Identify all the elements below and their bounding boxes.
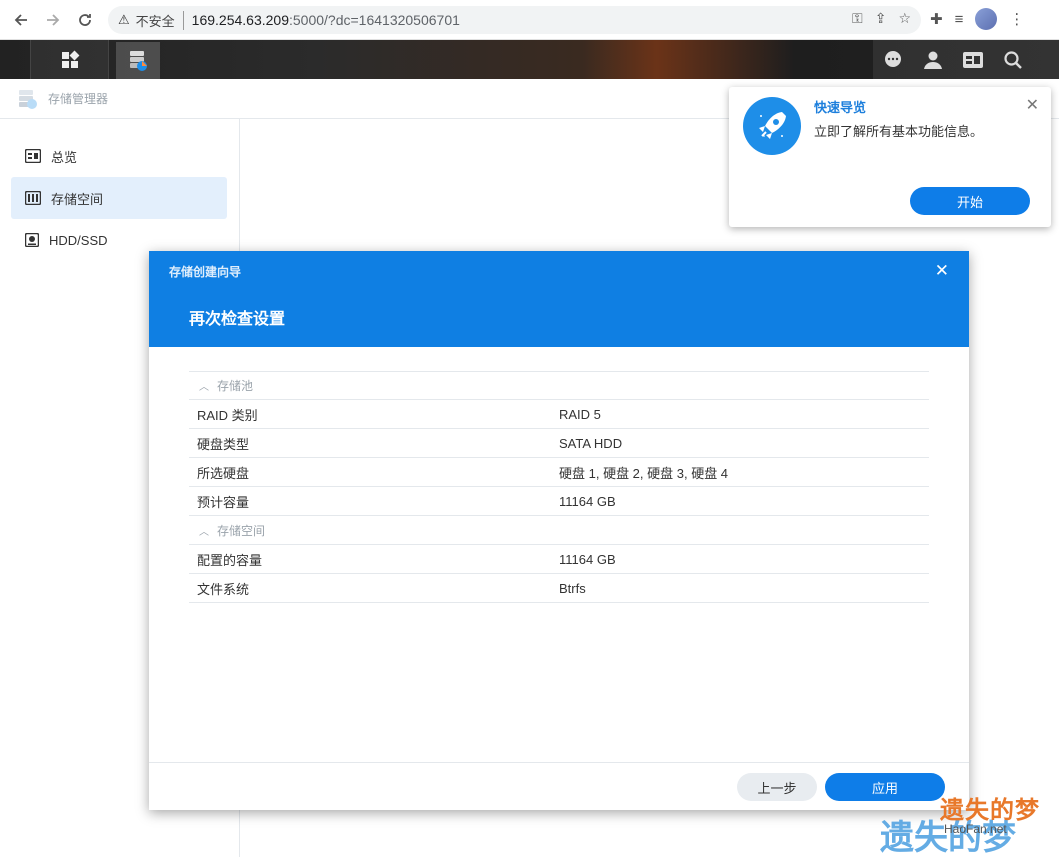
extensions-icon[interactable]: ✚ bbox=[930, 10, 943, 28]
group-title: 存储池 bbox=[217, 379, 254, 393]
sidebar-item-label: HDD/SSD bbox=[49, 232, 108, 248]
group-header-volume[interactable]: ︿ 存储空间 bbox=[189, 516, 929, 545]
url-host: 169.254.63.209 bbox=[191, 12, 289, 28]
address-bar[interactable]: ⚠ 不安全 169.254.63.209:5000/?dc=1641320506… bbox=[108, 6, 921, 34]
start-button[interactable]: 开始 bbox=[910, 187, 1030, 215]
row-key: 预计容量 bbox=[197, 494, 250, 510]
guide-title: 快速导览 bbox=[814, 100, 867, 115]
table-row: RAID 类别 RAID 5 bbox=[189, 400, 929, 429]
insecure-label: 不安全 bbox=[136, 10, 184, 30]
profile-avatar[interactable] bbox=[975, 8, 998, 30]
wizard-step-title: 再次检查设置 bbox=[189, 311, 286, 328]
rocket-icon bbox=[743, 97, 801, 155]
wizard-window-title: 存储创建向导 bbox=[169, 265, 242, 279]
storage-creation-wizard: 存储创建向导 ✕ 再次检查设置 ︿ 存储池 RAID 类别 RAID 5 硬盘类… bbox=[149, 251, 969, 810]
group-title: 存储空间 bbox=[217, 523, 266, 538]
sidebar-item-label: 总览 bbox=[51, 149, 78, 165]
row-value: RAID 5 bbox=[559, 406, 601, 422]
dsm-taskbar bbox=[0, 40, 1059, 79]
close-icon[interactable]: ✕ bbox=[935, 261, 949, 281]
close-icon[interactable]: ✕ bbox=[1026, 95, 1039, 115]
storage-manager-icon bbox=[130, 50, 147, 71]
table-row: 配置的容量 11164 GB bbox=[189, 545, 929, 574]
sidebar-item-label: 存储空间 bbox=[51, 191, 104, 207]
back-button[interactable]: 上一步 bbox=[737, 773, 817, 801]
row-value: SATA HDD bbox=[559, 435, 623, 451]
disk-icon bbox=[25, 233, 39, 247]
row-value: Btrfs bbox=[559, 580, 586, 596]
group-header-storage-pool[interactable]: ︿ 存储池 bbox=[189, 371, 929, 400]
settings-summary: ︿ 存储池 RAID 类别 RAID 5 硬盘类型 SATA HDD 所选硬盘 … bbox=[189, 371, 929, 603]
user-icon[interactable] bbox=[913, 50, 953, 70]
browser-toolbar: ⚠ 不安全 169.254.63.209:5000/?dc=1641320506… bbox=[0, 0, 1059, 40]
share-icon[interactable]: ⇪ bbox=[875, 10, 887, 27]
row-key: 所选硬盘 bbox=[197, 465, 250, 481]
wizard-header: 存储创建向导 ✕ 再次检查设置 bbox=[149, 251, 969, 347]
guide-description: 立即了解所有基本功能信息。 bbox=[814, 124, 984, 139]
table-row: 文件系统 Btrfs bbox=[189, 574, 929, 603]
sidebar-item-storage[interactable]: 存储空间 bbox=[11, 177, 227, 219]
watermark-text: 遗失的梦 bbox=[940, 797, 1040, 824]
table-row: 预计容量 11164 GB bbox=[189, 487, 929, 516]
sidebar-item-overview[interactable]: 总览 bbox=[11, 135, 227, 177]
reload-icon[interactable] bbox=[70, 5, 100, 35]
chevron-up-icon: ︿ bbox=[199, 382, 209, 393]
row-key: 配置的容量 bbox=[197, 552, 263, 568]
overview-icon bbox=[25, 149, 41, 163]
row-value: 硬盘 1, 硬盘 2, 硬盘 3, 硬盘 4 bbox=[559, 465, 729, 481]
star-icon[interactable]: ☆ bbox=[898, 10, 911, 27]
row-key: 硬盘类型 bbox=[197, 436, 250, 452]
row-key: RAID 类别 bbox=[197, 407, 258, 423]
watermark: 遗失的梦 遗失的梦 HaoFan.net bbox=[862, 790, 1052, 857]
row-key: 文件系统 bbox=[197, 581, 250, 597]
menu-dots-icon[interactable]: ⋮ bbox=[1009, 10, 1024, 28]
widgets-icon[interactable] bbox=[953, 50, 993, 70]
storage-manager-icon bbox=[19, 89, 37, 109]
storage-manager-taskbar-button[interactable] bbox=[116, 42, 160, 79]
search-icon[interactable] bbox=[993, 50, 1033, 70]
key-icon[interactable]: ⚿ bbox=[852, 10, 863, 27]
chat-icon[interactable] bbox=[873, 50, 913, 70]
quick-guide-popup: 快速导览 立即了解所有基本功能信息。 ✕ 开始 bbox=[729, 87, 1051, 227]
storage-icon bbox=[25, 191, 41, 205]
media-icon[interactable]: ≡ bbox=[955, 11, 964, 28]
main-menu-button[interactable] bbox=[30, 40, 109, 79]
row-value: 11164 GB bbox=[559, 493, 616, 509]
table-row: 所选硬盘 硬盘 1, 硬盘 2, 硬盘 3, 硬盘 4 bbox=[189, 458, 929, 487]
footer-divider bbox=[149, 762, 969, 763]
forward-arrow-icon[interactable] bbox=[38, 5, 68, 35]
back-arrow-icon[interactable] bbox=[6, 5, 36, 35]
row-value: 11164 GB bbox=[559, 551, 616, 567]
chevron-up-icon: ︿ bbox=[199, 526, 209, 538]
app-title: 存储管理器 bbox=[48, 92, 109, 106]
grid-icon bbox=[61, 50, 79, 68]
table-row: 硬盘类型 SATA HDD bbox=[189, 429, 929, 458]
url-path: :5000/?dc=1641320506701 bbox=[289, 12, 460, 28]
watermark-site: HaoFan.net bbox=[944, 822, 1007, 836]
warning-icon: ⚠ bbox=[118, 12, 130, 27]
